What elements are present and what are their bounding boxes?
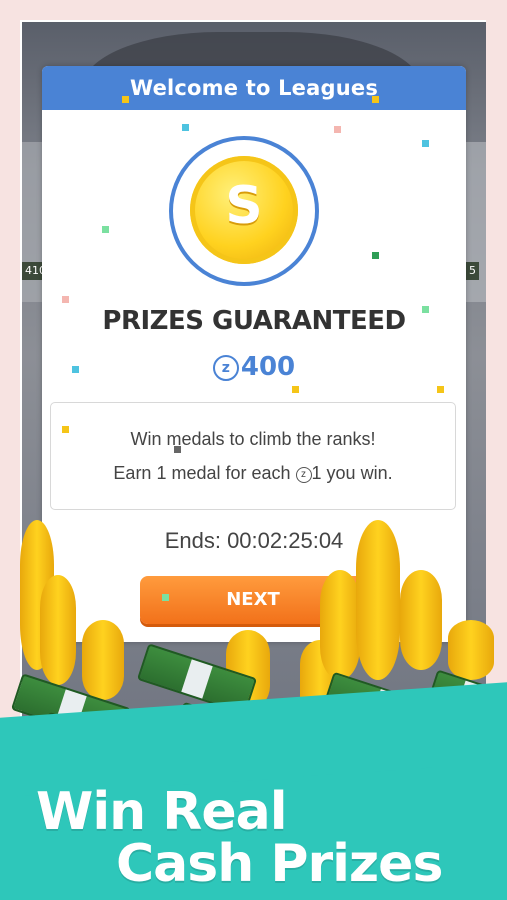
coin-stack bbox=[82, 620, 124, 700]
medal-symbol: S bbox=[225, 176, 263, 236]
confetti bbox=[174, 446, 181, 453]
promo-line2: Cash Prizes bbox=[116, 834, 443, 894]
info-box: Win medals to climb the ranks! Earn 1 me… bbox=[50, 402, 456, 510]
coin-stack bbox=[40, 575, 76, 685]
promo-line1: Win Real bbox=[36, 782, 288, 842]
confetti bbox=[102, 226, 109, 233]
coin-stack bbox=[356, 520, 400, 680]
confetti bbox=[162, 594, 169, 601]
leagues-modal: Welcome to Leagues S PRIZES GUARANTEED z… bbox=[42, 66, 466, 642]
coin-stack bbox=[320, 570, 360, 680]
info-line-earn: Earn 1 medal for each z1 you win. bbox=[51, 463, 455, 484]
confetti bbox=[334, 126, 341, 133]
confetti bbox=[422, 140, 429, 147]
ends-countdown: Ends: 00:02:25:04 bbox=[164, 528, 344, 553]
info-line-earn-suffix: 1 you win. bbox=[311, 463, 393, 483]
confetti bbox=[372, 96, 379, 103]
confetti bbox=[72, 366, 79, 373]
prizes-headline: PRIZES GUARANTEED bbox=[102, 306, 406, 336]
z-coin-icon: z bbox=[212, 355, 239, 381]
modal-title: Welcome to Leagues bbox=[42, 66, 466, 110]
info-line-medals: Win medals to climb the ranks! bbox=[130, 429, 376, 449]
confetti bbox=[62, 426, 69, 433]
right-score: 5 bbox=[466, 262, 479, 280]
coin-stack bbox=[448, 620, 494, 680]
confetti bbox=[182, 124, 189, 131]
confetti bbox=[62, 296, 69, 303]
gold-medal-icon: S bbox=[190, 156, 298, 264]
prize-amount: z 400 bbox=[42, 352, 466, 382]
coin-stack bbox=[400, 570, 442, 670]
prize-amount-value: 400 bbox=[240, 352, 296, 382]
info-line-earn-prefix: Earn 1 medal for each bbox=[113, 463, 296, 483]
confetti bbox=[122, 96, 129, 103]
confetti bbox=[422, 306, 429, 313]
confetti bbox=[372, 252, 379, 259]
z-coin-icon: z bbox=[295, 467, 312, 483]
confetti bbox=[437, 386, 444, 393]
confetti bbox=[292, 386, 299, 393]
